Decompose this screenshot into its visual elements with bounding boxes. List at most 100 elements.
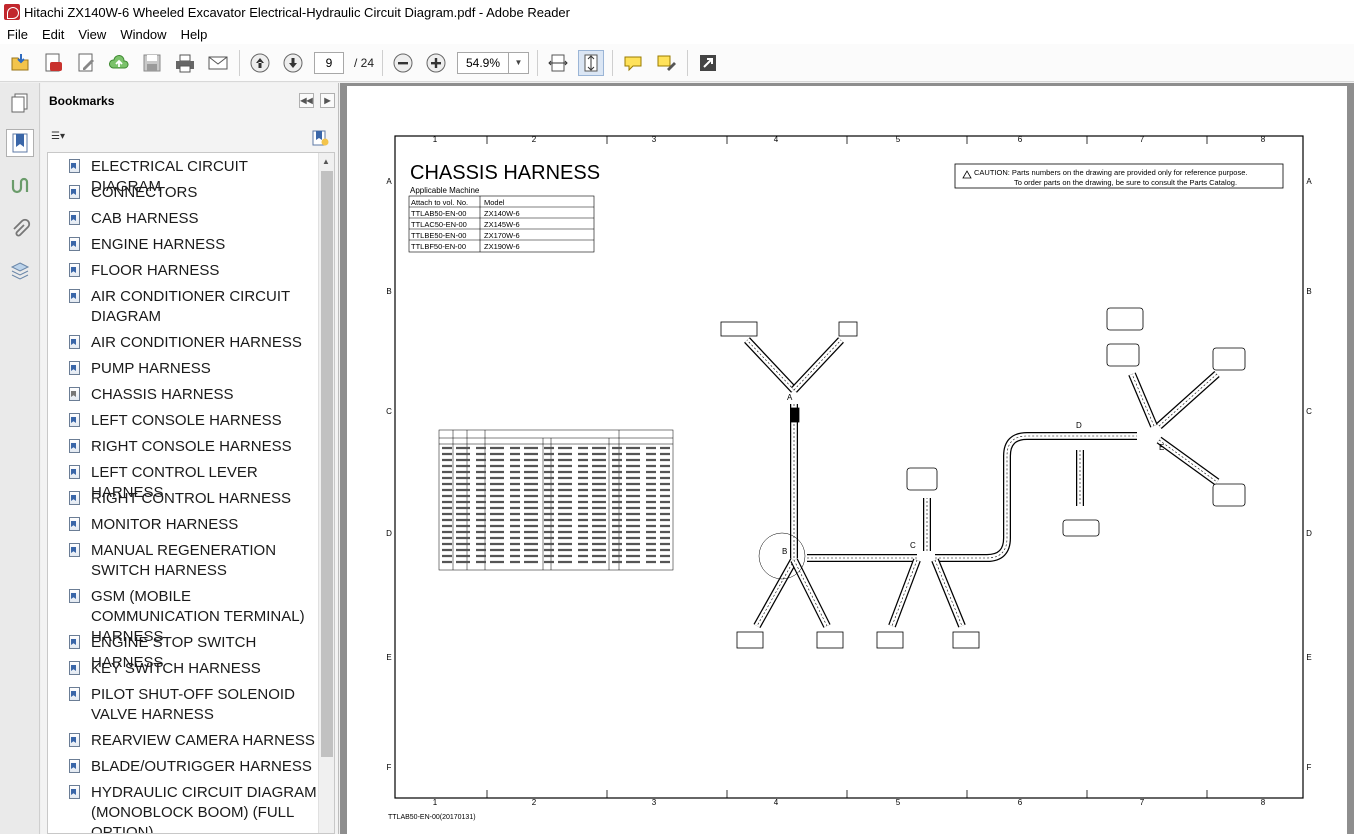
row-letter: E <box>386 653 391 662</box>
column-number: 7 <box>1140 135 1145 144</box>
collapse-panel-icon[interactable]: ◀◀ <box>299 93 314 108</box>
zoom-in-icon[interactable] <box>423 50 449 76</box>
row-letter: C <box>1306 407 1312 416</box>
open-file-icon[interactable] <box>7 50 33 76</box>
page-thumbnails-icon[interactable] <box>6 89 34 117</box>
toolbar-separator <box>612 49 614 76</box>
connectors <box>720 307 1246 649</box>
bookmarks-panel: Bookmarks ◀◀ ▶ ☰▾ ELECTRICAL CIRCUIT DIA… <box>41 83 339 834</box>
toolbar-separator <box>239 49 240 76</box>
bookmark-icon <box>68 733 80 747</box>
menu-file[interactable]: File <box>0 27 35 42</box>
bookmark-item[interactable]: MONITOR HARNESS <box>68 515 320 535</box>
signatures-icon[interactable] <box>6 173 34 201</box>
toolbar-separator <box>537 49 539 76</box>
bookmark-item[interactable]: CAB HARNESS <box>68 209 320 229</box>
machine-table-header: Model <box>484 198 505 207</box>
adobe-reader-icon <box>4 4 20 20</box>
node-label-e: E <box>1159 443 1164 452</box>
bookmark-icon <box>68 785 80 799</box>
applicable-machine-label: Applicable Machine <box>410 186 480 195</box>
bookmark-item[interactable]: FLOOR HARNESS <box>68 261 320 281</box>
window-title: Hitachi ZX140W-6 Wheeled Excavator Elect… <box>24 4 570 20</box>
menu-window[interactable]: Window <box>113 27 173 42</box>
bookmark-item[interactable]: HYDRAULIC CIRCUIT DIAGRAM (MONOBLOCK BOO… <box>68 783 320 833</box>
row-letter: E <box>1306 653 1311 662</box>
edit-pdf-icon[interactable] <box>73 50 99 76</box>
next-page-icon[interactable] <box>280 50 306 76</box>
bookmark-icon <box>68 159 80 173</box>
bookmark-item[interactable]: AIR CONDITIONER CIRCUIT DIAGRAM <box>68 287 320 327</box>
machine-table-cell: TTLAB50-EN-00 <box>411 209 466 218</box>
bookmark-item[interactable]: AIR CONDITIONER HARNESS <box>68 333 320 353</box>
bookmarks-icon[interactable] <box>6 129 34 157</box>
page-number-input[interactable]: 9 <box>314 51 344 74</box>
attachments-icon[interactable] <box>6 215 34 243</box>
row-letter: A <box>386 177 392 186</box>
highlight-icon[interactable] <box>653 50 679 76</box>
bookmark-item[interactable]: CONNECTORS <box>68 183 320 203</box>
full-screen-icon[interactable] <box>695 50 721 76</box>
document-view: 1 2 3 4 5 6 7 8 1 2 3 4 5 6 7 8 A B C D <box>340 83 1354 834</box>
bookmark-item-active[interactable]: CHASSIS HARNESS <box>68 385 320 405</box>
bookmark-icon <box>68 543 80 557</box>
previous-page-icon[interactable] <box>247 50 273 76</box>
column-number: 7 <box>1140 798 1145 807</box>
node-label-c: C <box>910 541 916 550</box>
warning-icon <box>962 170 972 179</box>
machine-table-cell: TTLAC50-EN-00 <box>411 220 467 229</box>
bookmark-item[interactable]: ENGINE HARNESS <box>68 235 320 255</box>
chevron-down-icon[interactable]: ▼ <box>508 52 528 73</box>
bookmark-item[interactable]: PUMP HARNESS <box>68 359 320 379</box>
bookmark-item[interactable]: BLADE/OUTRIGGER HARNESS <box>68 757 320 777</box>
bookmark-item[interactable]: RIGHT CONSOLE HARNESS <box>68 437 320 457</box>
new-bookmark-icon[interactable] <box>311 129 329 147</box>
zoom-value: 54.9% <box>466 55 501 70</box>
column-number: 5 <box>896 135 901 144</box>
expand-panel-icon[interactable]: ▶ <box>320 93 335 108</box>
create-pdf-icon[interactable] <box>40 50 66 76</box>
menu-view[interactable]: View <box>71 27 113 42</box>
bookmark-item[interactable]: PILOT SHUT-OFF SOLENOID VALVE HARNESS <box>68 685 320 725</box>
comment-icon[interactable] <box>620 50 646 76</box>
upload-cloud-icon[interactable] <box>106 50 132 76</box>
layers-icon[interactable] <box>6 257 34 285</box>
bookmark-icon <box>68 289 80 303</box>
zoom-select[interactable]: 54.9% ▼ <box>457 51 530 74</box>
fit-page-icon[interactable] <box>578 49 605 76</box>
scrollbar-thumb[interactable] <box>321 171 333 757</box>
bookmark-item[interactable]: RIGHT CONTROL HARNESS <box>68 489 320 509</box>
column-number: 4 <box>774 135 779 144</box>
menu-help[interactable]: Help <box>174 27 215 42</box>
bookmark-item[interactable]: REARVIEW CAMERA HARNESS <box>68 731 320 751</box>
menu-bar: File Edit View Window Help <box>0 24 1354 44</box>
email-icon[interactable] <box>205 50 231 76</box>
bookmarks-scrollbar[interactable]: ▲ <box>318 153 334 833</box>
fit-width-icon[interactable] <box>545 50 571 76</box>
options-menu-icon[interactable]: ☰▾ <box>51 131 75 145</box>
column-number: 2 <box>532 135 537 144</box>
print-icon[interactable] <box>172 50 198 76</box>
bookmark-icon <box>68 687 80 701</box>
bookmark-item[interactable]: KEY SWITCH HARNESS <box>68 659 320 679</box>
bookmarks-toolbar: ☰▾ <box>41 119 338 151</box>
node-label-b: B <box>782 547 787 556</box>
row-letter: F <box>1307 763 1312 772</box>
menu-edit[interactable]: Edit <box>35 27 71 42</box>
bookmark-icon <box>68 491 80 505</box>
column-number: 8 <box>1261 135 1266 144</box>
pdf-page: 1 2 3 4 5 6 7 8 1 2 3 4 5 6 7 8 A B C D <box>347 86 1347 834</box>
bookmark-icon <box>68 237 80 251</box>
save-icon[interactable] <box>139 50 165 76</box>
bookmark-item[interactable]: MANUAL REGENERATION SWITCH HARNESS <box>68 541 320 581</box>
circuit-drawing: 1 2 3 4 5 6 7 8 1 2 3 4 5 6 7 8 A B C D <box>386 135 1312 821</box>
bookmark-icon <box>68 335 80 349</box>
scroll-up-icon[interactable]: ▲ <box>322 157 330 166</box>
row-letter: F <box>387 763 392 772</box>
toolbar: 9 / 24 54.9% ▼ <box>0 44 1354 82</box>
bookmark-item[interactable]: LEFT CONSOLE HARNESS <box>68 411 320 431</box>
column-number: 3 <box>652 798 657 807</box>
column-number: 1 <box>433 798 438 807</box>
zoom-out-icon[interactable] <box>390 50 416 76</box>
bookmark-icon <box>68 439 80 453</box>
